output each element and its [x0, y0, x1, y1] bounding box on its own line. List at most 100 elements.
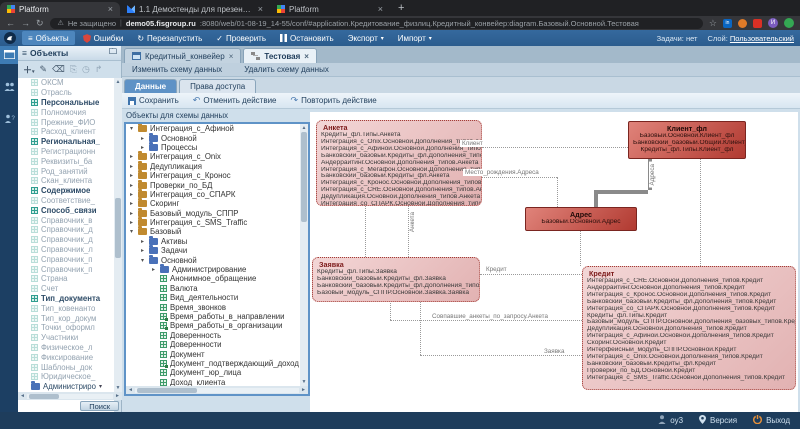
tree-item[interactable]: ▸ Проверки_по_БД — [126, 180, 308, 189]
restart-button[interactable]: ↻ Перезапустить — [131, 31, 208, 45]
tree-arrow-icon[interactable]: ▸ — [139, 238, 146, 245]
list-item[interactable]: Справочник_д ▾ — [18, 225, 114, 235]
list-item[interactable]: Персональные ▾ — [18, 98, 114, 108]
list-item[interactable]: Справочник_в ▾ — [18, 215, 114, 225]
tree-item[interactable]: ▸ Задачи — [126, 246, 308, 255]
logout-button[interactable]: Выход — [753, 415, 790, 426]
tree-arrow-icon[interactable]: ▾ — [128, 125, 135, 132]
tree-item[interactable]: ▸ Интеграция_с_Кронос — [126, 171, 308, 180]
tree-scrollbar[interactable]: ▲ ▼ — [300, 124, 308, 386]
list-item[interactable]: Регистрационн ▾ — [18, 147, 114, 157]
tree-item[interactable]: Доверенность — [126, 331, 308, 340]
export-menu[interactable]: Экспорт▾ — [342, 31, 390, 45]
errors-button[interactable]: Ошибки — [77, 31, 130, 45]
tab-close-icon[interactable]: × — [229, 52, 234, 61]
list-item[interactable]: Тип_документа ▾ — [18, 294, 114, 304]
list-item[interactable]: Тип_кор_докум ▾ — [18, 313, 114, 323]
history-icon[interactable]: ◷ — [82, 64, 90, 75]
tab-close-icon[interactable]: × — [378, 4, 383, 14]
save-button[interactable]: Сохранить — [128, 96, 179, 105]
tree-item[interactable]: Валюта — [126, 284, 308, 293]
tree-item[interactable]: Доверенности — [126, 340, 308, 349]
tree-item[interactable]: Документ — [126, 349, 308, 358]
list-item[interactable]: Тип_ковенанто ▾ — [18, 303, 114, 313]
address-input[interactable]: ⚠ Не защищено | demo05.fisgroup.ru:8080/… — [50, 18, 703, 29]
check-button[interactable]: ✓ Проверить — [210, 31, 272, 45]
tab-data[interactable]: Данные — [124, 79, 177, 93]
edit-schema-button[interactable]: Изменить схему данных — [132, 65, 222, 74]
stop-button[interactable]: Остановить — [274, 31, 340, 45]
browser-tab-2[interactable]: 1.1 Демостенды для презента… × — [120, 2, 270, 16]
profile-avatar[interactable]: И — [768, 18, 778, 28]
tree-item[interactable]: Документ_юр_лица — [126, 368, 308, 377]
tree-item[interactable]: Время_работы_в_направлении — [126, 312, 308, 321]
tree-item[interactable]: ▸ Процессы — [126, 143, 308, 152]
delete-schema-button[interactable]: Удалить схему данных — [244, 65, 329, 74]
list-item[interactable]: Региональная_ ▾ — [18, 137, 114, 147]
tree-arrow-icon[interactable]: ▸ — [139, 247, 146, 254]
delete-icon[interactable]: ⌫ — [52, 64, 65, 75]
tree-arrow-icon[interactable]: ▸ — [128, 172, 135, 179]
import-menu[interactable]: Импорт▾ — [392, 31, 438, 45]
bookmark-star-icon[interactable]: ☆ — [709, 18, 717, 29]
tree-item[interactable]: ▸ Интеграция_с_SMS_Traffic — [126, 218, 308, 227]
tree-item[interactable]: ▸ Скоринг — [126, 199, 308, 208]
list-item[interactable]: Прежние_ФИО ▾ — [18, 117, 114, 127]
back-icon[interactable]: ← — [6, 19, 15, 28]
list-item[interactable]: Страна ▾ — [18, 274, 114, 284]
list-item[interactable]: Род_занятий ▾ — [18, 166, 114, 176]
edit-icon[interactable]: ✎ — [40, 64, 48, 75]
list-item[interactable]: Точки_оформл ▾ — [18, 323, 114, 333]
tree-item[interactable]: ▸ Интеграция_с_Onix — [126, 152, 308, 161]
tree-item[interactable]: ▾ Основной — [126, 255, 308, 264]
tree-item[interactable]: ▸ Активы — [126, 237, 308, 246]
add-icon[interactable]: ＋▾ — [23, 63, 35, 76]
tree-arrow-icon[interactable]: ▸ — [128, 191, 135, 198]
redo-button[interactable]: ↷ Повторить действие — [291, 96, 377, 105]
list-item[interactable]: Участники ▾ — [18, 333, 114, 343]
tree-item[interactable]: ▸ Базовый_модуль_СППР — [126, 209, 308, 218]
export-icon[interactable]: ↱ — [95, 64, 103, 75]
list-item[interactable]: Счет ▾ — [18, 284, 114, 294]
tree-arrow-icon[interactable]: ▸ — [128, 182, 135, 189]
entity-klient-fl[interactable]: Клиент_фл Базовый.Основной.Клиент_флБанк… — [628, 121, 746, 159]
support-rail-button[interactable]: ? — [0, 110, 18, 128]
tree-arrow-icon[interactable]: ▸ — [150, 266, 157, 273]
list-item[interactable]: Справочник_л ▾ — [18, 245, 114, 255]
users-rail-button[interactable] — [0, 78, 18, 96]
forward-icon[interactable]: → — [21, 19, 30, 28]
tree-arrow-icon[interactable]: ▸ — [128, 163, 135, 170]
layer-link[interactable]: Пользовательский — [730, 34, 794, 43]
tab-access-rights[interactable]: Права доступа — [179, 79, 256, 93]
list-item[interactable]: Шаблоны_док ▾ — [18, 362, 114, 372]
list-item[interactable]: Расход_клиент ▾ — [18, 127, 114, 137]
list-item[interactable]: Администриро ▾ — [18, 382, 114, 392]
list-item[interactable]: Фиксирование ▾ — [18, 352, 114, 362]
list-item[interactable]: Справочник_п ▾ — [18, 264, 114, 274]
list-item[interactable]: ОКСМ ▾ — [18, 78, 114, 88]
tree-arrow-icon[interactable]: ▸ — [128, 153, 135, 160]
version-button[interactable]: Версия — [699, 415, 737, 426]
list-item[interactable]: Физическое_л ▾ — [18, 343, 114, 353]
undo-button[interactable]: ↶ Отменить действие — [193, 96, 277, 105]
list-item[interactable]: Полномочия ▾ — [18, 107, 114, 117]
reload-icon[interactable]: ↻ — [36, 19, 44, 28]
tree-hscrollbar[interactable]: ◄► — [126, 386, 308, 394]
objects-hscrollbar[interactable]: ◄► — [18, 392, 122, 400]
tab-close-icon[interactable]: × — [108, 4, 113, 14]
linkedin-extension-icon[interactable]: in — [723, 19, 732, 28]
tree-item[interactable]: ▸ Администрирование — [126, 265, 308, 274]
list-item[interactable]: Справочник_п ▾ — [18, 254, 114, 264]
tree-item[interactable]: ▸ Дедупликация — [126, 162, 308, 171]
entity-zayavka[interactable]: Заявка Кредиты_фл.Типы.ЗаявкаБанковский_… — [312, 257, 480, 302]
browser-tab-1[interactable]: Platform × — [0, 2, 120, 16]
list-item[interactable]: Справочник_д ▾ — [18, 235, 114, 245]
tree-item[interactable]: Документ_подтверждающий_доход — [126, 359, 308, 368]
tree-item[interactable]: Анонимное_обращение — [126, 274, 308, 283]
fox-extension-icon[interactable] — [738, 19, 747, 28]
objects-rail-button[interactable] — [0, 46, 18, 64]
doc-tab-credit-conveyor[interactable]: Кредитный_конвейер × — [124, 48, 241, 63]
entity-adres[interactable]: Адрес Базовый.Основной.Адрес — [525, 207, 637, 231]
tree-arrow-icon[interactable]: ▸ — [128, 200, 135, 207]
tree-item[interactable]: Вид_деятельности — [126, 293, 308, 302]
